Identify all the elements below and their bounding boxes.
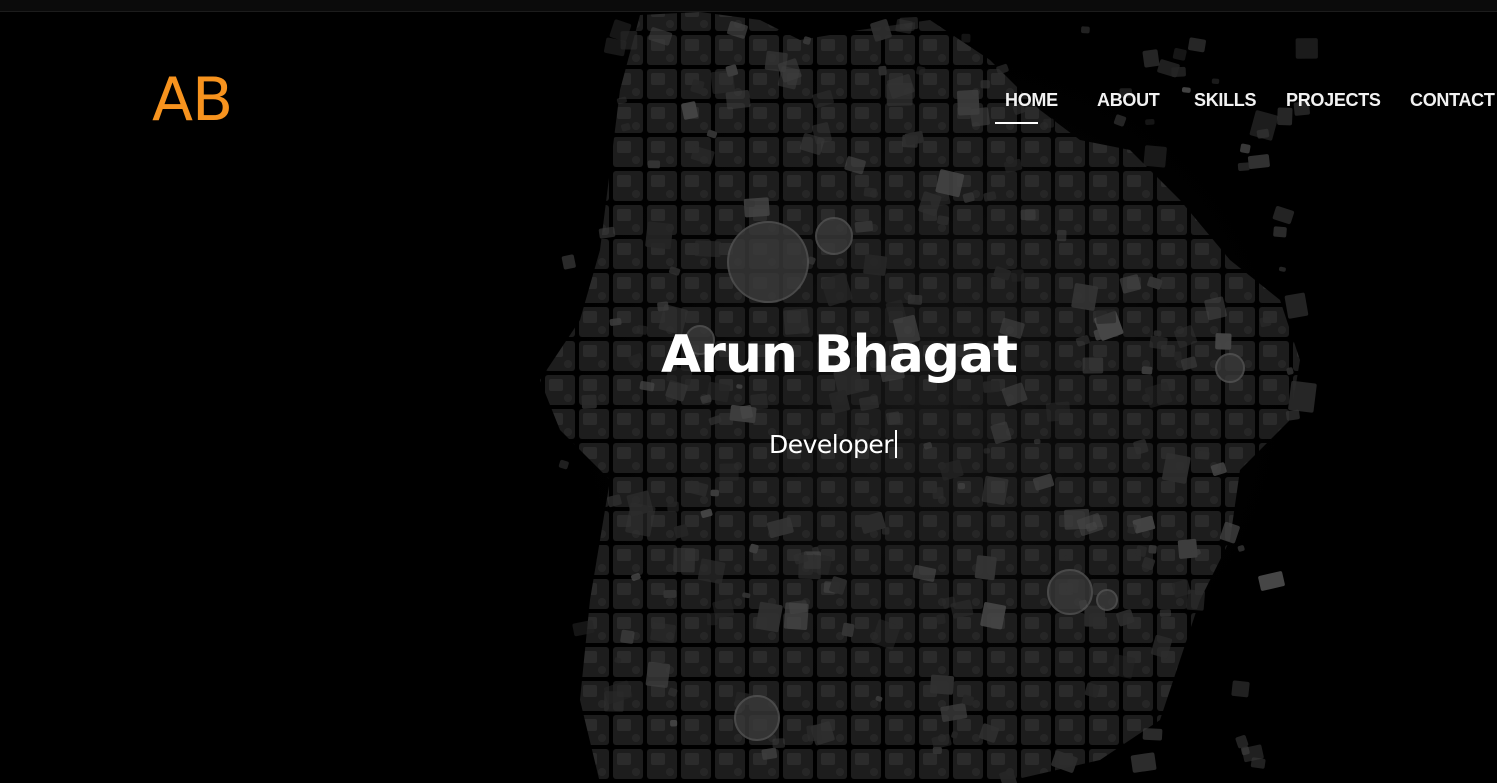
nav-contact-link[interactable]: CONTACT (1410, 90, 1495, 111)
typed-text: Developer (769, 430, 894, 459)
nav-skills-link[interactable]: SKILLS (1194, 90, 1257, 111)
nav-projects-link[interactable]: PROJECTS (1286, 90, 1381, 111)
nav-about-link[interactable]: ABOUT (1097, 90, 1160, 111)
typing-cursor (895, 430, 898, 458)
hero-subtitle: Developer (769, 430, 898, 459)
main-nav: HOME ABOUT SKILLS PROJECTS CONTACT (0, 90, 1497, 130)
page: AB HOME ABOUT SKILLS PROJECTS CONTACT Ar… (0, 0, 1497, 783)
nav-active-indicator (995, 122, 1038, 124)
nav-home-link[interactable]: HOME (1005, 90, 1058, 111)
hero-title: Arun Bhagat (661, 325, 1018, 385)
